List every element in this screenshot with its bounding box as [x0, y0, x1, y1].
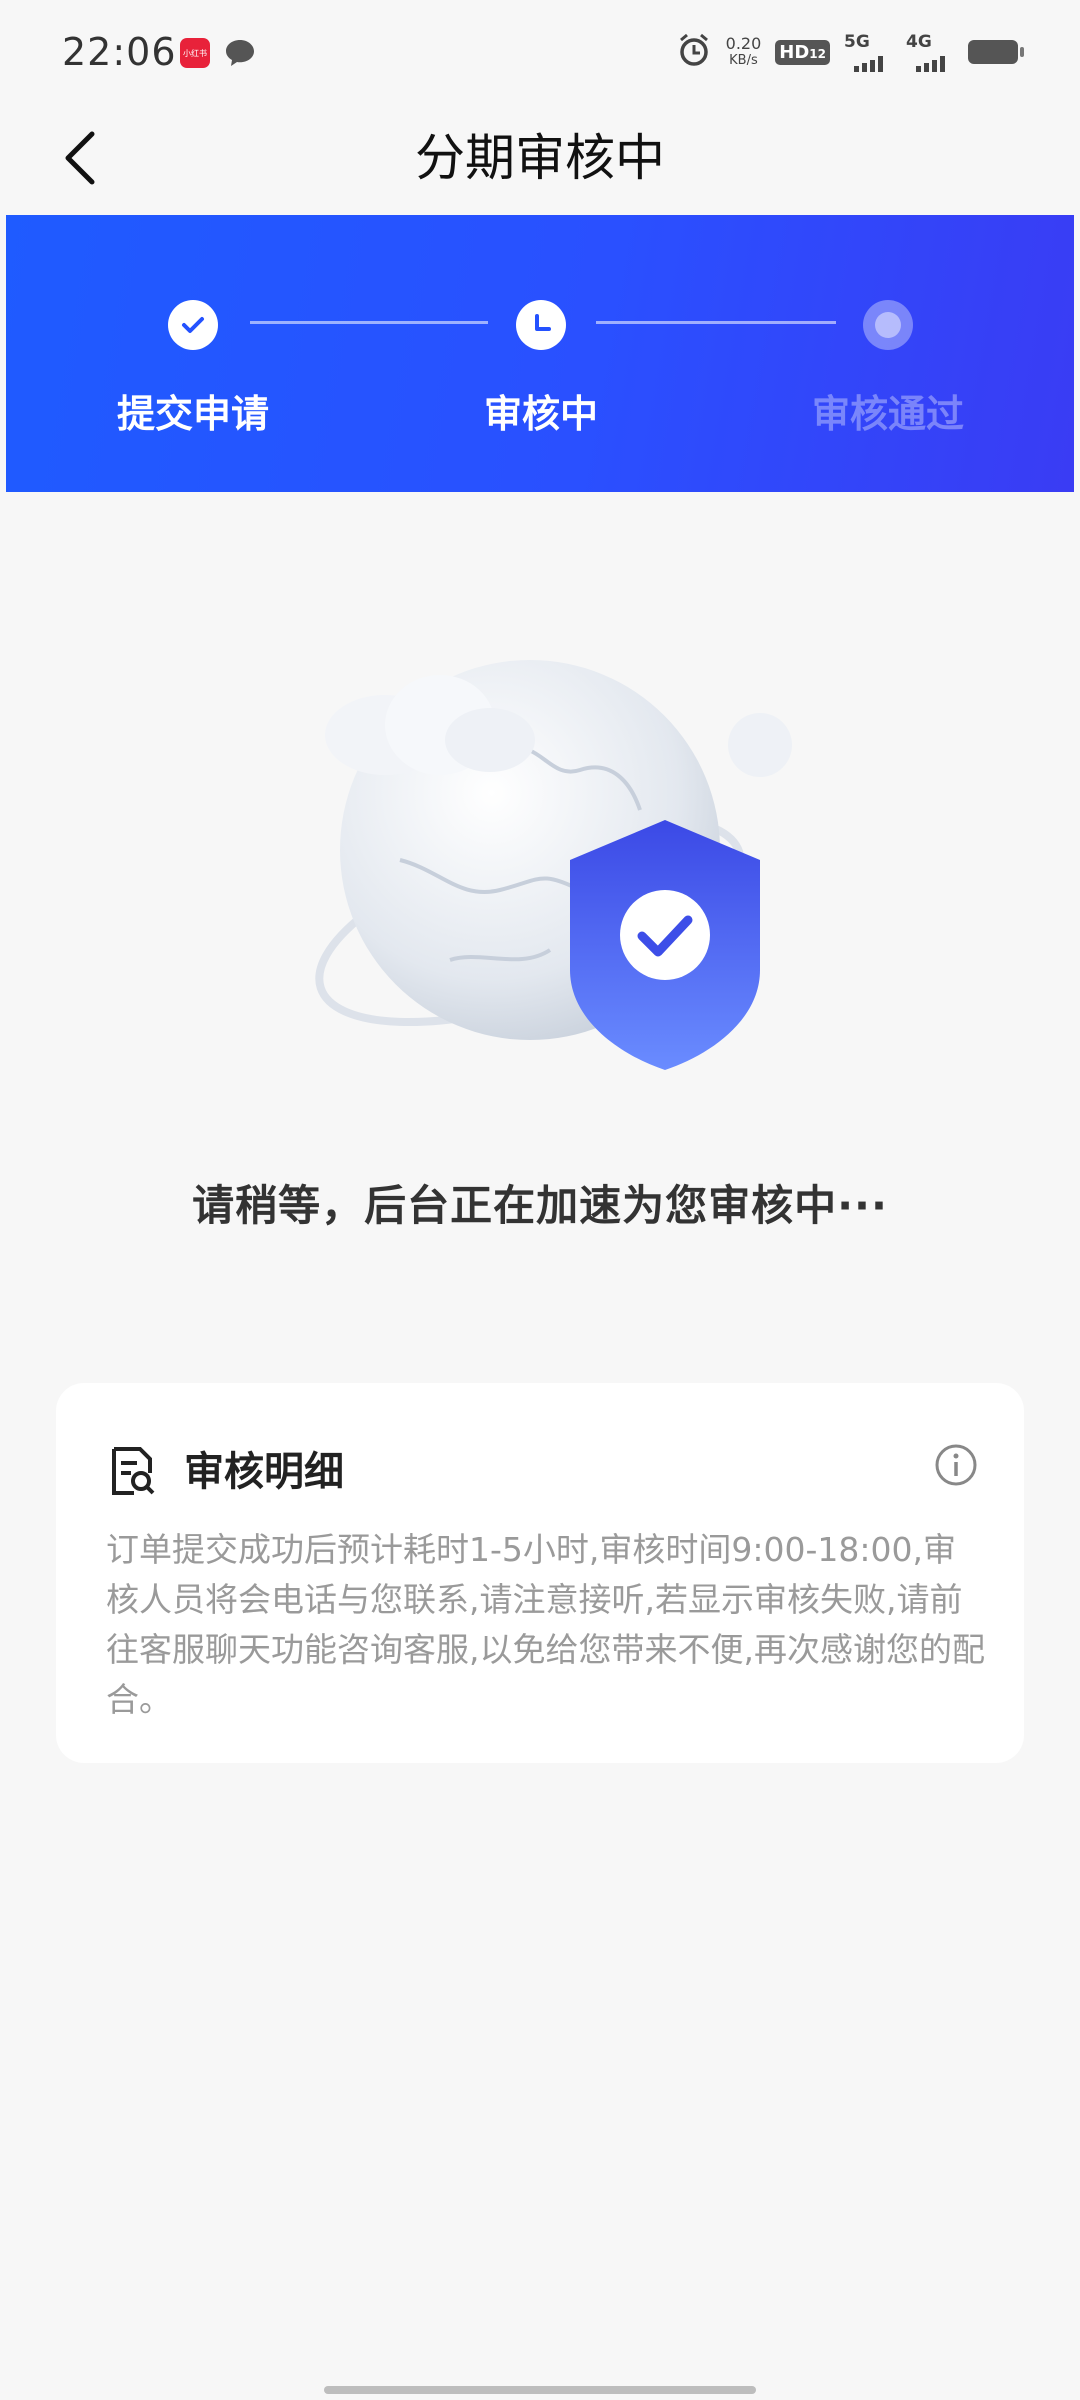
- info-icon[interactable]: [934, 1443, 978, 1491]
- home-indicator[interactable]: [324, 2386, 756, 2394]
- step-current-indicator: [516, 300, 566, 350]
- review-status-message: 请稍等，后台正在加速为您审核中···: [192, 1181, 888, 1230]
- nav-bar: 分期审核中: [0, 100, 1080, 215]
- clock-icon: [535, 314, 551, 331]
- message-icon: [224, 38, 256, 72]
- step-label-submit: 提交申请: [116, 392, 269, 436]
- page-title: 分期审核中: [415, 129, 665, 187]
- step-connector: [250, 321, 488, 324]
- globe-shield-check-icon: [290, 640, 810, 1080]
- dot-icon: [875, 312, 901, 338]
- review-detail-card: 审核明细 订单提交成功后预计耗时1-5小时,审核时间9:00-18:00,审核人…: [56, 1383, 1024, 1763]
- hd-badge: HD12: [775, 39, 830, 65]
- app-notification-badge: 小红书: [180, 38, 210, 68]
- battery-icon: [968, 40, 1024, 64]
- card-title: 审核明细: [184, 1449, 344, 1495]
- step-label-approved: 审核通过: [811, 392, 964, 436]
- step-label-reviewing: 审核中: [483, 392, 598, 436]
- signal-5g: 5G: [844, 32, 892, 72]
- card-body-text: 订单提交成功后预计耗时1-5小时,审核时间9:00-18:00,审核人员将会电话…: [106, 1530, 985, 1719]
- step-done-indicator: [168, 300, 218, 350]
- status-bar: 22:06 小红书 0.20 KB/s HD12 5G 4G: [0, 0, 1080, 100]
- alarm-icon: [676, 32, 712, 72]
- step-connector: [596, 321, 836, 324]
- signal-4g: 4G: [906, 32, 954, 72]
- progress-stepper: 提交申请 审核中 审核通过: [6, 215, 1074, 492]
- check-icon: [182, 317, 204, 333]
- network-speed: 0.20 KB/s: [725, 34, 762, 68]
- step-pending-indicator: [863, 300, 913, 350]
- status-time: 22:06: [62, 30, 177, 74]
- document-search-icon: [108, 1445, 156, 1501]
